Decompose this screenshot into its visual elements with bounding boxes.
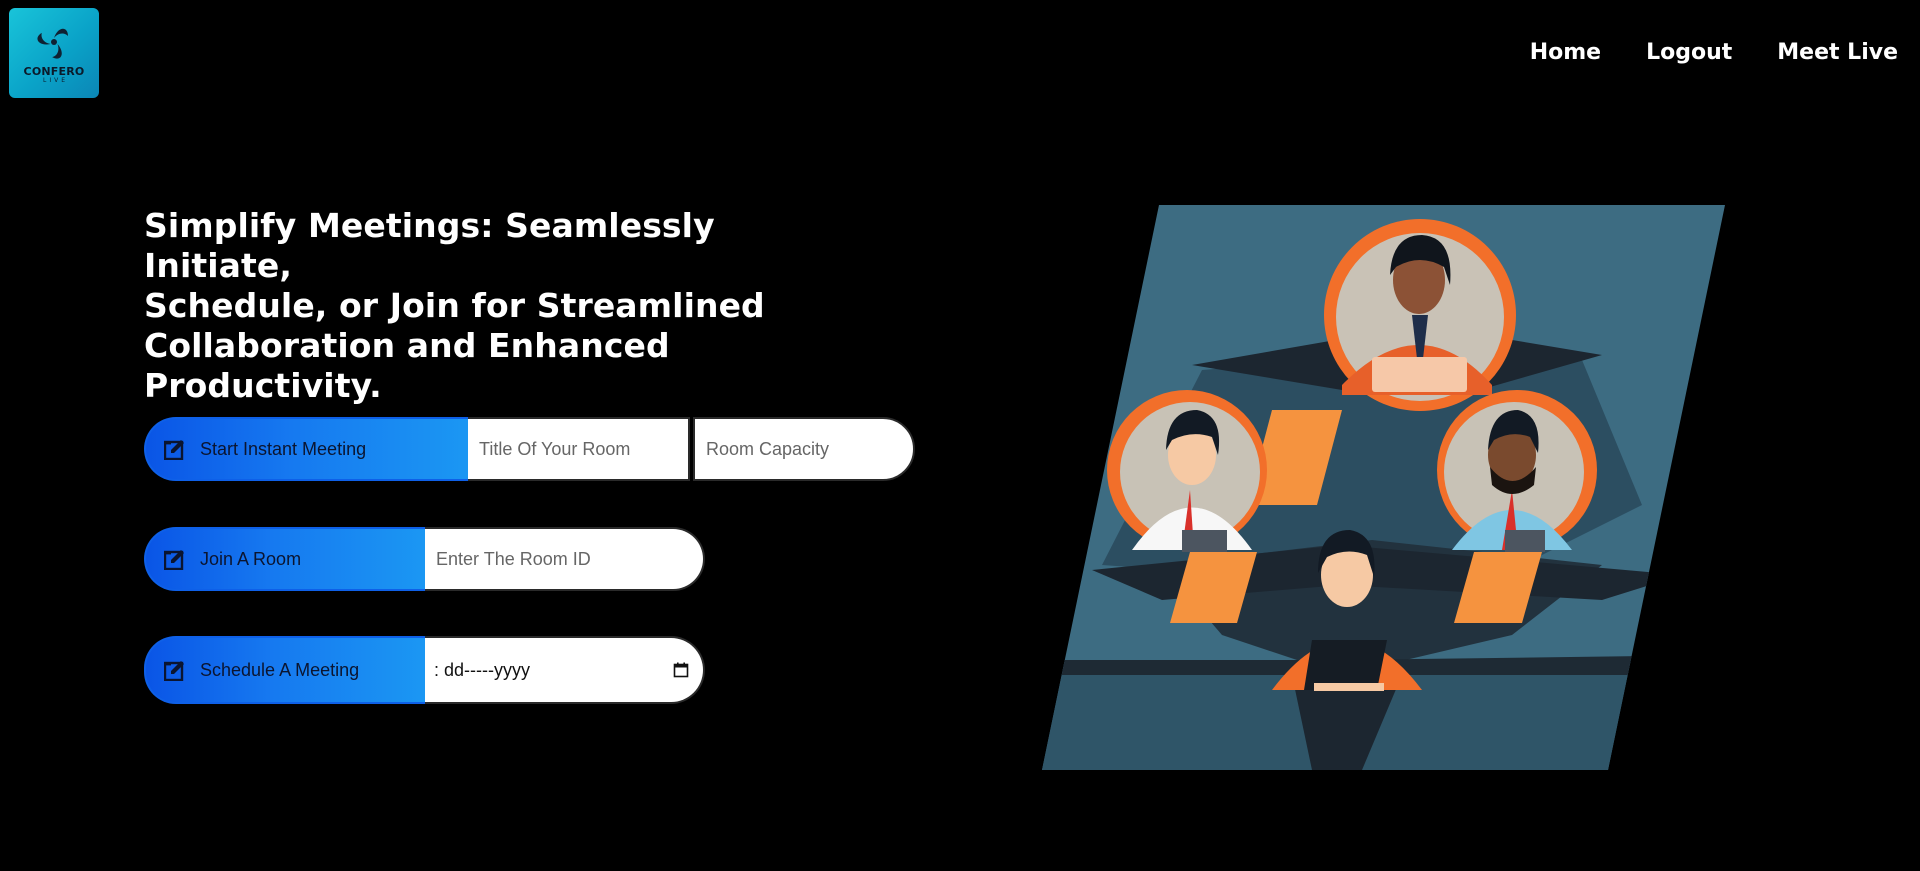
join-room-row: Join A Room bbox=[144, 527, 705, 591]
top-nav: Home Logout Meet Live bbox=[1485, 40, 1898, 66]
meeting-date-value: : dd-----yyyy bbox=[434, 659, 530, 680]
room-title-input[interactable] bbox=[477, 437, 688, 461]
schedule-meeting-label: Schedule A Meeting bbox=[200, 659, 360, 680]
room-title-field bbox=[468, 417, 690, 481]
logo-swirl-icon bbox=[37, 28, 68, 59]
page: CONFERO LIVE Home Logout Meet Live Simpl… bbox=[0, 0, 1920, 871]
room-capacity-input[interactable] bbox=[704, 437, 913, 461]
meeting-illustration bbox=[1042, 205, 1725, 770]
calendar-icon[interactable] bbox=[673, 662, 689, 678]
edit-icon bbox=[164, 659, 186, 681]
illustration-panel bbox=[1042, 205, 1725, 770]
headline-line-1: Simplify Meetings: Seamlessly Initiate, bbox=[144, 206, 715, 285]
schedule-meeting-row: Schedule A Meeting : dd-----yyyy bbox=[144, 636, 705, 704]
instant-meeting-row: Start Instant Meeting bbox=[144, 417, 915, 481]
join-room-label: Join A Room bbox=[200, 548, 302, 569]
join-room-button[interactable]: Join A Room bbox=[144, 527, 425, 591]
headline-line-3: Collaboration and Enhanced Productivity. bbox=[144, 326, 670, 405]
room-capacity-field bbox=[693, 417, 915, 481]
room-id-input[interactable] bbox=[434, 547, 703, 571]
schedule-meeting-button[interactable]: Schedule A Meeting bbox=[144, 636, 425, 704]
brand-logo[interactable]: CONFERO LIVE bbox=[9, 8, 99, 98]
hero-headline: Simplify Meetings: Seamlessly Initiate, … bbox=[144, 206, 864, 406]
edit-icon bbox=[164, 438, 186, 460]
headline-line-2: Schedule, or Join for Streamlined bbox=[144, 286, 765, 325]
room-id-field bbox=[425, 527, 705, 591]
nav-home-link[interactable]: Home bbox=[1530, 40, 1601, 66]
start-instant-meeting-button[interactable]: Start Instant Meeting bbox=[144, 417, 468, 481]
logo-subtitle: LIVE bbox=[42, 77, 68, 84]
edit-icon bbox=[164, 548, 186, 570]
nav-logout-link[interactable]: Logout bbox=[1646, 40, 1732, 66]
start-instant-meeting-label: Start Instant Meeting bbox=[200, 438, 367, 459]
nav-meet-live-link[interactable]: Meet Live bbox=[1777, 40, 1898, 66]
logo-wordmark: CONFERO bbox=[23, 65, 85, 78]
meeting-date-field[interactable]: : dd-----yyyy bbox=[425, 636, 705, 704]
